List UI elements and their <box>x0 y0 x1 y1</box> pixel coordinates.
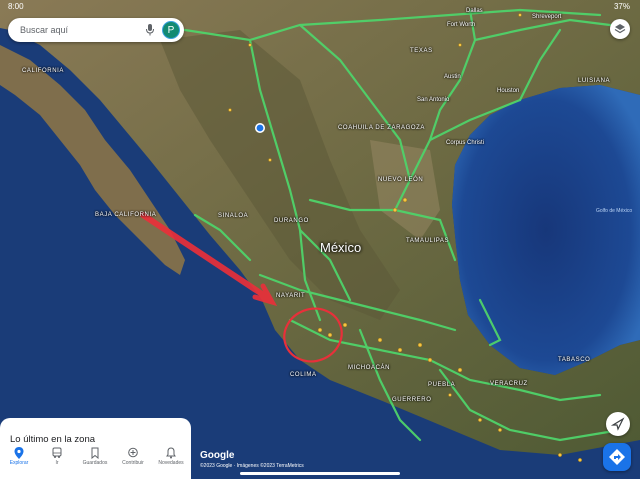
nav-explorar[interactable]: Explorar <box>0 442 38 479</box>
bookmark-icon <box>91 447 99 459</box>
commute-icon <box>52 447 62 458</box>
label-fort-worth: Fort Worth <box>447 22 476 28</box>
nav-label: Guardados <box>82 460 108 466</box>
label-tamaulipas: TAMAULIPAS <box>406 238 450 244</box>
label-san-antonio: San Antonio <box>417 97 450 103</box>
gulf-of-mexico <box>452 85 640 375</box>
nav-label: Ir <box>55 460 59 466</box>
label-shreveport: Shreveport <box>532 14 562 20</box>
label-dallas: Dallas <box>466 8 483 14</box>
nav-guardados[interactable]: Guardados <box>76 442 114 479</box>
nav-contribuir[interactable]: Contribuir <box>114 442 152 479</box>
bell-icon <box>166 447 176 459</box>
status-time: 8:00 <box>8 2 24 11</box>
add-circle-icon <box>128 447 138 458</box>
navigation-arrow-icon <box>610 417 625 431</box>
label-nuevo-leon: NUEVO LEÓN <box>378 177 424 183</box>
label-california: CALIFORNIA <box>22 68 65 74</box>
label-nayarit: NAYARIT <box>276 293 306 299</box>
nav-ir[interactable]: Ir <box>38 442 76 479</box>
label-tabasco: TABASCO <box>558 357 591 363</box>
home-indicator <box>240 472 400 475</box>
label-corpus-christi: Corpus Christi <box>446 140 485 146</box>
nav-label: Contribuir <box>122 460 144 466</box>
label-texas: TEXAS <box>410 48 433 54</box>
status-bar: 8:00 37% <box>0 0 640 14</box>
directions-button[interactable] <box>603 443 631 471</box>
status-battery: 37% <box>613 2 630 11</box>
location-pin-icon <box>14 447 24 459</box>
avatar[interactable]: P <box>162 21 180 39</box>
label-puebla: PUEBLA <box>428 382 456 388</box>
label-guerrero: GUERRERO <box>392 397 432 403</box>
label-sinaloa: SINALOA <box>218 213 249 219</box>
nav-label: Explorar <box>9 460 29 466</box>
label-austin: Austin <box>444 74 461 80</box>
label-durango: DURANGO <box>274 218 309 224</box>
label-michoacan: MICHOACÁN <box>348 365 391 371</box>
label-luisiana: LUISIANA <box>578 78 611 84</box>
layers-button[interactable] <box>610 19 630 39</box>
mic-icon[interactable] <box>145 24 155 36</box>
label-houston: Houston <box>497 88 520 94</box>
map-credit: ©2023 Google · Imágenes ©2023 TerraMetri… <box>200 463 304 469</box>
search-bar[interactable]: Buscar aquí P <box>8 18 184 42</box>
label-colima: COLIMA <box>290 372 317 378</box>
bottom-navigation: Explorar Ir Guardados Contribuir Novedad… <box>0 442 191 479</box>
google-logo: Google <box>200 450 235 461</box>
directions-icon <box>609 449 625 465</box>
nav-label: Novedades <box>158 460 184 466</box>
label-mexico: México <box>320 240 362 255</box>
layers-icon <box>614 24 626 34</box>
nav-novedades[interactable]: Novedades <box>152 442 190 479</box>
label-veracruz: VERACRUZ <box>490 381 528 387</box>
label-gulf: Golfo de México <box>596 208 633 214</box>
label-baja-california: BAJA CALIFORNIA <box>95 212 157 218</box>
search-placeholder[interactable]: Buscar aquí <box>20 25 68 35</box>
navigate-button[interactable] <box>606 412 630 436</box>
label-coahuila: COAHUILA DE ZARAGOZA <box>338 125 426 131</box>
